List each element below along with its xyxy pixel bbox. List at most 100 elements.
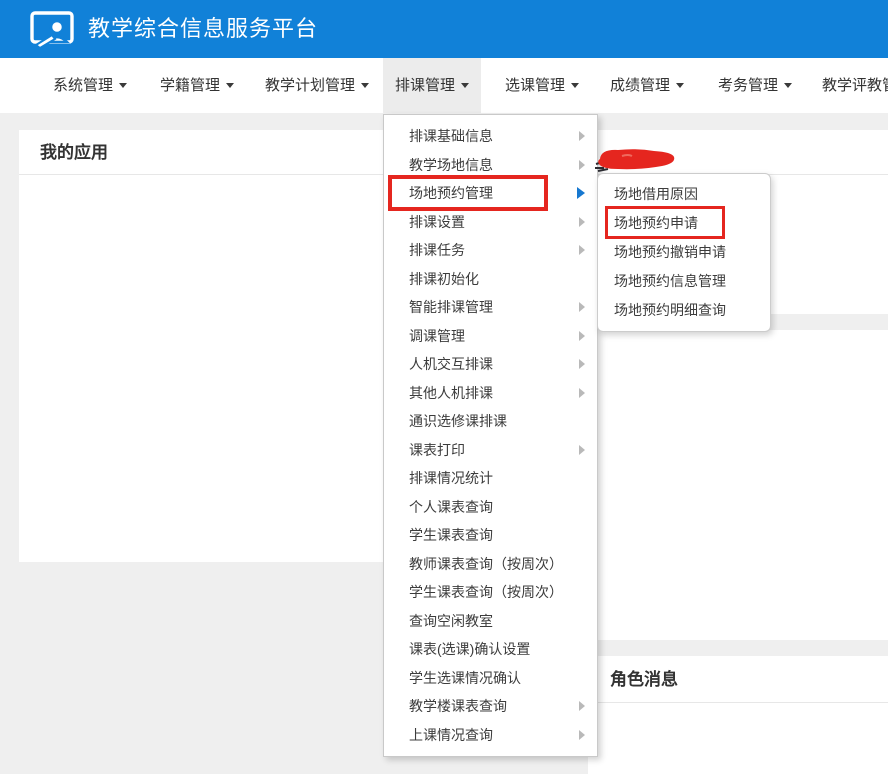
dropdown-menu-course-scheduling: 排课基础信息 教学场地信息 场地预约管理 排课设置 排课任务 排课初始化 智能排… — [383, 114, 598, 757]
menu-item-teacher-timetable-by-week[interactable]: 教师课表查询（按周次） — [384, 550, 597, 579]
nav-item-label: 系统管理 — [53, 77, 113, 94]
submenu-arrow-icon — [579, 160, 585, 170]
submenu-arrow-icon — [579, 217, 585, 227]
menu-item-other-interactive-scheduling[interactable]: 其他人机排课 — [384, 379, 597, 408]
submenu-item-venue-booking-cancel-apply[interactable]: 场地预约撤销申请 — [598, 238, 770, 267]
menu-item-label: 调课管理 — [409, 328, 465, 344]
nav-item-label: 选课管理 — [505, 77, 565, 94]
nav-item-label: 学籍管理 — [160, 77, 220, 94]
nav-item-label: 考务管理 — [718, 77, 778, 94]
submenu-arrow-icon — [579, 445, 585, 455]
menu-item-label: 场地预约信息管理 — [614, 273, 726, 289]
submenu-arrow-icon — [579, 388, 585, 398]
nav-item-exam-mgmt[interactable]: 考务管理 — [706, 58, 804, 113]
nav-item-teaching-plan-mgmt[interactable]: 教学计划管理 — [253, 58, 381, 113]
nav-item-label: 教学评教管理 — [822, 77, 888, 94]
chevron-down-icon — [226, 83, 234, 88]
menu-item-label: 排课设置 — [409, 214, 465, 230]
chevron-down-icon — [784, 83, 792, 88]
menu-item-label: 课表(选课)确认设置 — [409, 641, 530, 657]
menu-item-label: 排课任务 — [409, 242, 465, 258]
menu-item-label: 排课情况统计 — [409, 470, 493, 486]
menu-item-teaching-venue-info[interactable]: 教学场地信息 — [384, 151, 597, 180]
submenu-arrow-icon — [579, 331, 585, 341]
role-messages-card: 角色消息 — [588, 656, 888, 774]
menu-item-label: 学生课表查询（按周次） — [409, 584, 563, 600]
menu-item-label: 查询空闲教室 — [409, 613, 493, 629]
menu-item-course-adjustment-mgmt[interactable]: 调课管理 — [384, 322, 597, 351]
menu-item-label: 学生课表查询 — [409, 527, 493, 543]
menu-item-label: 场地借用原因 — [614, 186, 698, 202]
menu-item-scheduling-initialization[interactable]: 排课初始化 — [384, 265, 597, 294]
nav-item-course-scheduling-mgmt[interactable]: 排课管理 — [383, 58, 481, 113]
menu-item-label: 排课初始化 — [409, 271, 479, 287]
app-header: 教学综合信息服务平台 — [0, 0, 888, 58]
menu-item-label: 上课情况查询 — [409, 727, 493, 743]
menu-item-label: 场地预约明细查询 — [614, 302, 726, 318]
menu-item-timetable-confirm-settings[interactable]: 课表(选课)确认设置 — [384, 635, 597, 664]
menu-item-interactive-scheduling[interactable]: 人机交互排课 — [384, 350, 597, 379]
menu-item-venue-booking-mgmt[interactable]: 场地预约管理 — [384, 179, 597, 208]
menu-item-label: 场地预约撤销申请 — [614, 244, 726, 260]
menu-item-label: 课表打印 — [409, 442, 465, 458]
nav-item-teaching-evaluation-mgmt[interactable]: 教学评教管理 — [810, 58, 888, 113]
submenu-item-venue-booking-apply[interactable]: 场地预约申请 — [598, 209, 770, 238]
submenu-item-venue-booking-detail-query[interactable]: 场地预约明细查询 — [598, 296, 770, 325]
submenu-item-venue-booking-info-mgmt[interactable]: 场地预约信息管理 — [598, 267, 770, 296]
menu-item-student-timetable-by-week[interactable]: 学生课表查询（按周次） — [384, 578, 597, 607]
notice-card-title-row — [588, 130, 888, 175]
chevron-down-icon — [119, 83, 127, 88]
menu-item-student-timetable-query[interactable]: 学生课表查询 — [384, 521, 597, 550]
menu-item-personal-timetable-query[interactable]: 个人课表查询 — [384, 493, 597, 522]
menu-item-label: 排课基础信息 — [409, 128, 493, 144]
menu-item-scheduling-basic-info[interactable]: 排课基础信息 — [384, 122, 597, 151]
nav-item-label: 排课管理 — [395, 77, 455, 94]
menu-item-free-classroom-query[interactable]: 查询空闲教室 — [384, 607, 597, 636]
submenu-venue-booking: 场地借用原因 场地预约申请 场地预约撤销申请 场地预约信息管理 场地预约明细查询 — [597, 173, 771, 332]
nav-item-label: 成绩管理 — [610, 77, 670, 94]
menu-item-label: 其他人机排课 — [409, 385, 493, 401]
menu-item-label: 教学楼课表查询 — [409, 698, 507, 714]
chevron-down-icon — [461, 83, 469, 88]
menu-item-label: 人机交互排课 — [409, 356, 493, 372]
app-title: 教学综合信息服务平台 — [88, 0, 318, 58]
menu-item-label: 学生选课情况确认 — [409, 670, 521, 686]
menu-item-general-elective-scheduling[interactable]: 通识选修课排课 — [384, 407, 597, 436]
nav-item-student-status-mgmt[interactable]: 学籍管理 — [148, 58, 246, 113]
menu-item-label: 教学场地信息 — [409, 157, 493, 173]
menu-item-label: 教师课表查询（按周次） — [409, 556, 563, 572]
menu-item-timetable-print[interactable]: 课表打印 — [384, 436, 597, 465]
menu-item-label: 个人课表查询 — [409, 499, 493, 515]
chevron-down-icon — [361, 83, 369, 88]
right-middle-card — [588, 330, 888, 640]
menu-item-label: 场地预约申请 — [614, 215, 698, 231]
role-messages-card-title: 角色消息 — [588, 656, 888, 703]
nav-item-grade-mgmt[interactable]: 成绩管理 — [598, 58, 696, 113]
menu-item-building-timetable-query[interactable]: 教学楼课表查询 — [384, 692, 597, 721]
nav-item-system-mgmt[interactable]: 系统管理 — [41, 58, 139, 113]
main-navbar: 系统管理 学籍管理 教学计划管理 排课管理 选课管理 成绩管理 考务管理 教学评… — [0, 58, 888, 113]
platform-logo-icon — [30, 11, 74, 49]
nav-item-course-selection-mgmt[interactable]: 选课管理 — [493, 58, 591, 113]
menu-item-label: 智能排课管理 — [409, 299, 493, 315]
app-window: 教学综合信息服务平台 系统管理 学籍管理 教学计划管理 排课管理 选课管理 成绩… — [0, 0, 888, 774]
menu-item-label: 通识选修课排课 — [409, 413, 507, 429]
submenu-arrow-icon — [579, 359, 585, 369]
submenu-arrow-icon — [579, 131, 585, 141]
submenu-arrow-icon — [579, 245, 585, 255]
menu-item-scheduling-settings[interactable]: 排课设置 — [384, 208, 597, 237]
chevron-down-icon — [571, 83, 579, 88]
menu-item-student-selection-confirm[interactable]: 学生选课情况确认 — [384, 664, 597, 693]
menu-item-scheduling-statistics[interactable]: 排课情况统计 — [384, 464, 597, 493]
submenu-arrow-icon — [579, 302, 585, 312]
submenu-arrow-icon — [577, 187, 585, 199]
submenu-arrow-icon — [579, 730, 585, 740]
submenu-item-venue-borrow-reason[interactable]: 场地借用原因 — [598, 180, 770, 209]
nav-item-label: 教学计划管理 — [265, 77, 355, 94]
menu-item-scheduling-task[interactable]: 排课任务 — [384, 236, 597, 265]
submenu-arrow-icon — [579, 701, 585, 711]
chevron-down-icon — [676, 83, 684, 88]
menu-item-label: 场地预约管理 — [409, 185, 493, 201]
menu-item-smart-scheduling-mgmt[interactable]: 智能排课管理 — [384, 293, 597, 322]
menu-item-class-status-query[interactable]: 上课情况查询 — [384, 721, 597, 750]
